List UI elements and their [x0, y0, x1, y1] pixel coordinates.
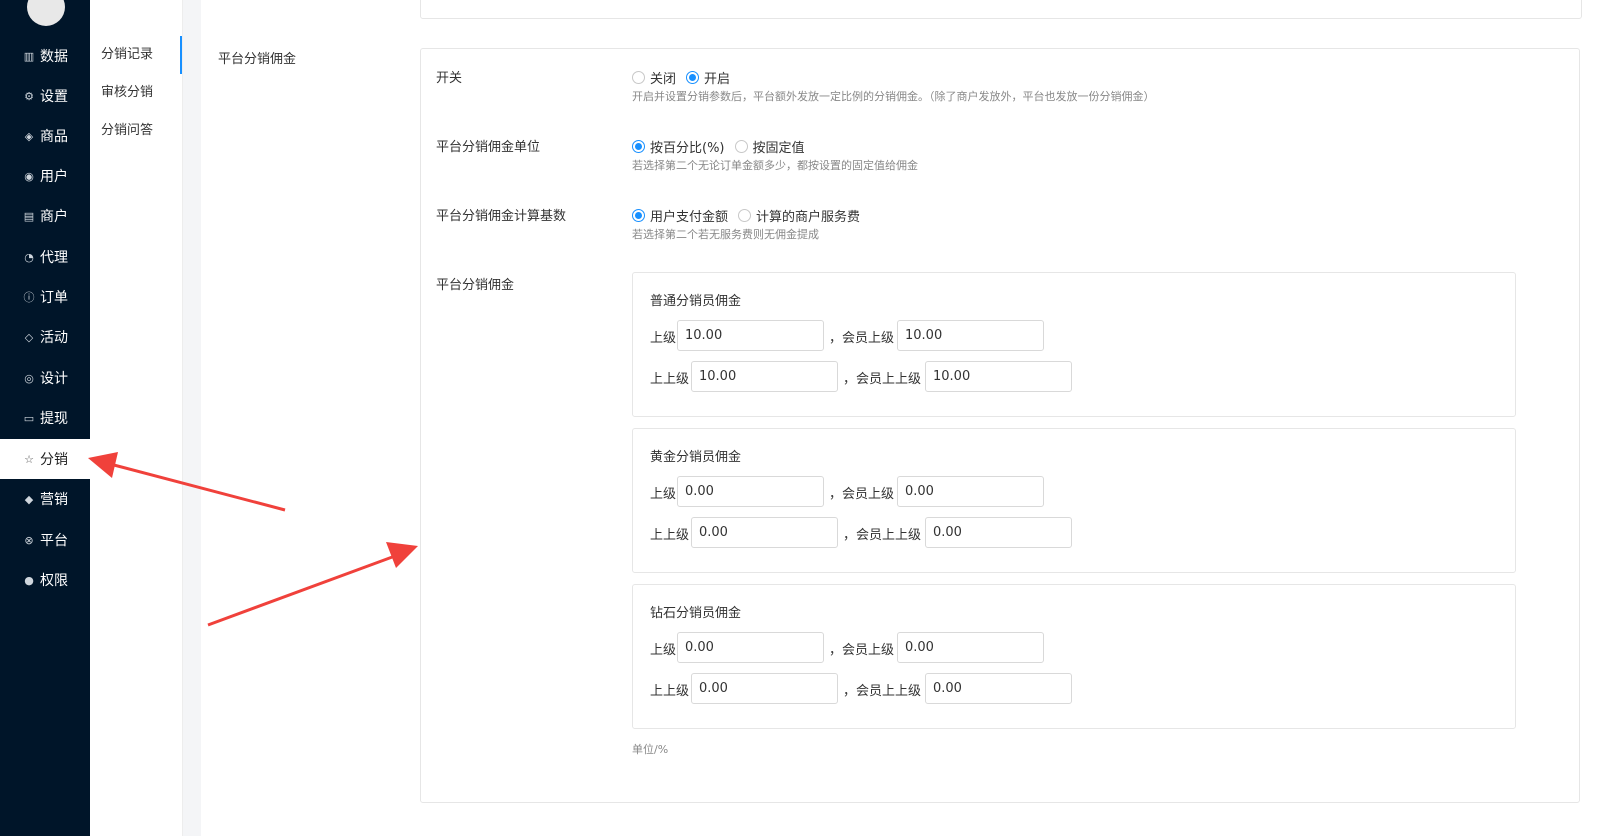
annotation-arrows: [88, 452, 418, 627]
arrow-to-commission-settings: [207, 542, 418, 627]
arrow-to-distribution-menu: [88, 452, 286, 512]
